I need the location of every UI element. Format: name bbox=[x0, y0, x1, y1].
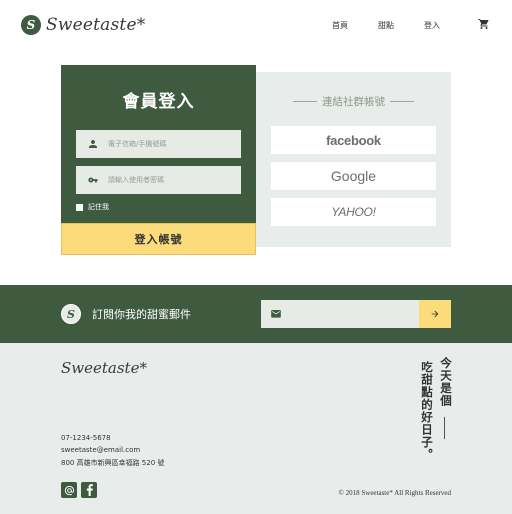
social-title: 連結社群帳號 bbox=[256, 94, 451, 109]
newsletter-bar: S 訂閱你我的甜蜜郵件 bbox=[0, 285, 512, 343]
social-title-text: 連結社群帳號 bbox=[322, 96, 385, 108]
newsletter-email-input[interactable] bbox=[287, 309, 417, 319]
tagline-divider bbox=[444, 417, 445, 439]
login-submit-button[interactable]: 登入帳號 bbox=[61, 223, 256, 255]
footer-logo: Sweetaste* bbox=[61, 359, 147, 377]
brand-name: Sweetaste* bbox=[46, 15, 146, 35]
user-icon bbox=[86, 137, 100, 151]
logo-badge-icon: S bbox=[21, 15, 41, 35]
remember-label: 記住我 bbox=[88, 203, 109, 211]
password-field[interactable] bbox=[76, 166, 241, 194]
divider bbox=[293, 101, 317, 102]
social-login-panel: 連結社群帳號 facebook Google YAHOO! bbox=[256, 72, 451, 247]
copyright-text: © 2018 Sweetaste* All Rights Reserved bbox=[338, 489, 451, 497]
brand-logo[interactable]: S Sweetaste* bbox=[21, 15, 145, 35]
login-title: 會員登入 bbox=[122, 92, 195, 112]
site-footer: Sweetaste* 07-1234-5678 sweetaste@email.… bbox=[0, 343, 512, 514]
newsletter-text: 訂閱你我的甜蜜郵件 bbox=[92, 308, 191, 321]
site-header: S Sweetaste* 首頁 甜點 登入 bbox=[0, 0, 512, 52]
login-panel: 會員登入 記住我 bbox=[61, 65, 256, 223]
tagline-col-2: 吃甜點的好日子。 bbox=[420, 361, 434, 461]
cart-icon[interactable] bbox=[478, 18, 490, 30]
footer-phone: 07-1234-5678 bbox=[61, 434, 111, 442]
facebook-icon[interactable] bbox=[81, 482, 97, 498]
google-login-button[interactable]: Google bbox=[271, 162, 436, 190]
mail-icon bbox=[271, 310, 281, 318]
tagline-col-1: 今天是個 bbox=[439, 357, 453, 407]
password-input[interactable] bbox=[108, 176, 238, 184]
nav-home-link[interactable]: 首頁 bbox=[332, 20, 348, 31]
footer-address: 800 高雄市新興區幸福路 520 號 bbox=[61, 459, 165, 467]
divider bbox=[390, 101, 414, 102]
footer-email[interactable]: sweetaste@email.com bbox=[61, 446, 140, 454]
remember-me[interactable]: 記住我 bbox=[76, 202, 109, 212]
nav-desserts-link[interactable]: 甜點 bbox=[378, 20, 394, 31]
facebook-login-button[interactable]: facebook bbox=[271, 126, 436, 154]
newsletter-email-field[interactable] bbox=[261, 300, 419, 328]
yahoo-login-button[interactable]: YAHOO! bbox=[271, 198, 436, 226]
remember-checkbox[interactable] bbox=[76, 203, 83, 211]
arrow-right-icon bbox=[431, 310, 439, 318]
email-field[interactable] bbox=[76, 130, 241, 158]
email-social-icon[interactable] bbox=[61, 482, 77, 498]
key-icon bbox=[86, 173, 100, 187]
newsletter-submit-button[interactable] bbox=[419, 300, 451, 328]
email-input[interactable] bbox=[108, 140, 238, 148]
newsletter-logo-icon: S bbox=[61, 304, 81, 324]
nav-login-link[interactable]: 登入 bbox=[424, 20, 440, 31]
